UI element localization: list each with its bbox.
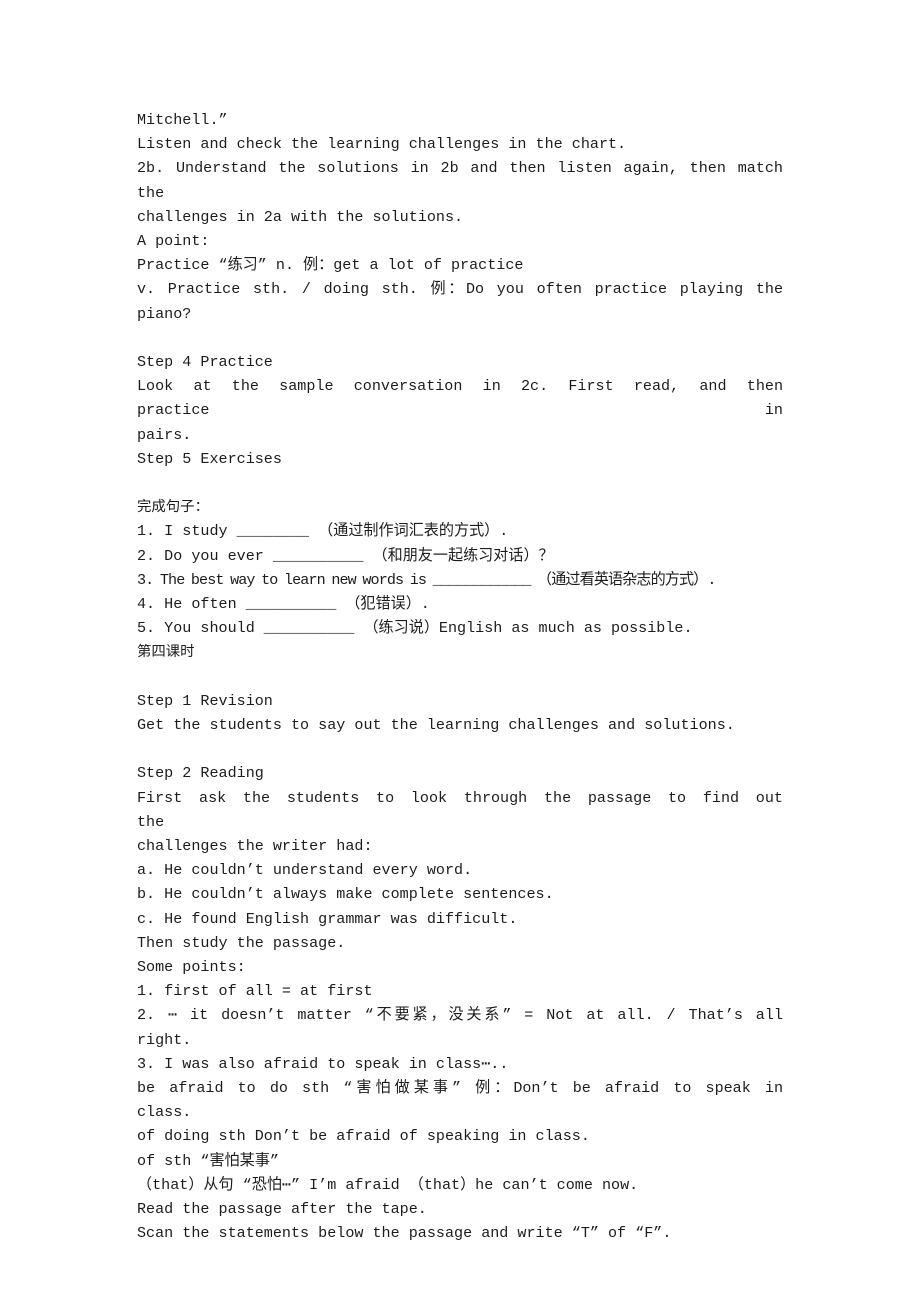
text-line: v. Practice sth. / doing sth. 例：Do you o… xyxy=(137,280,794,323)
challenge-item-c: c. He found English grammar was difficul… xyxy=(137,909,518,928)
challenge-item-b: b. He couldn’t always make complete sent… xyxy=(137,885,554,904)
point-item-2: 2. ⋯ it doesn’t matter “不要紧，没关系” = Not a… xyxy=(137,1006,783,1025)
text-line: Read the passage after the tape. xyxy=(137,1200,427,1219)
text-line: of sth “害怕某事” xyxy=(137,1151,279,1170)
text-line: Look at the sample conversation in 2c. F… xyxy=(137,377,796,420)
points-heading: Some points: xyxy=(137,958,246,977)
point-item-1: 1. first of all = at first xyxy=(137,982,373,1001)
text-line: Scan the statements below the passage an… xyxy=(137,1224,672,1243)
section-heading-step4: Step 4 Practice xyxy=(137,353,273,372)
section-heading-step2: Step 2 Reading xyxy=(137,764,264,783)
text-line: Get the students to say out the learning… xyxy=(137,716,735,735)
exercise-item-3: 3. The best way to learn new words is __… xyxy=(137,570,716,589)
text-line: right. xyxy=(137,1030,192,1049)
text-line: Practice “练习” n. 例：get a lot of practice xyxy=(137,256,524,275)
text-line: of doing sth Don’t be afraid of speaking… xyxy=(137,1127,590,1146)
text-line: First ask the students to look through t… xyxy=(137,788,799,831)
section-heading-step1: Step 1 Revision xyxy=(137,691,273,710)
document-page: Mitchell.” Listen and check the learning… xyxy=(0,0,920,1302)
text-line: Then study the passage. xyxy=(137,933,346,952)
text-line: class. xyxy=(137,1103,192,1122)
document-body: Mitchell.” Listen and check the learning… xyxy=(137,108,783,1245)
exercise-item-1: 1. I study ________ （通过制作词汇表的方式）. xyxy=(137,522,509,541)
text-line: be afraid to do sth “害怕做某事” 例：Don’t be a… xyxy=(137,1079,783,1098)
exercise-heading: 完成句子： xyxy=(137,499,209,516)
lesson-period-heading: 第四课时 xyxy=(137,644,195,661)
text-line: Mitchell.” xyxy=(137,111,228,129)
exercise-item-4: 4. He often __________ （犯错误）. xyxy=(137,595,430,614)
text-line: 2b. Understand the solutions in 2b and t… xyxy=(137,159,794,202)
section-heading-step5: Step 5 Exercises xyxy=(137,449,282,468)
text-line: （that）从句 “恐怕⋯” I’m afraid （that）he can’t… xyxy=(137,1175,639,1194)
text-line: pairs. xyxy=(137,425,192,444)
point-item-3: 3. I was also afraid to speak in class⋯.… xyxy=(137,1054,509,1073)
text-line: A point: xyxy=(137,232,210,251)
exercise-item-2: 2. Do you ever __________ （和朋友一起练习对话）？ xyxy=(137,546,554,565)
challenge-item-a: a. He couldn’t understand every word. xyxy=(137,861,473,880)
text-line: challenges the writer had: xyxy=(137,837,373,856)
text-line: Listen and check the learning challenges… xyxy=(137,135,627,154)
text-line: challenges in 2a with the solutions. xyxy=(137,207,464,226)
exercise-item-5: 5. You should __________ （练习说）English as… xyxy=(137,619,693,638)
